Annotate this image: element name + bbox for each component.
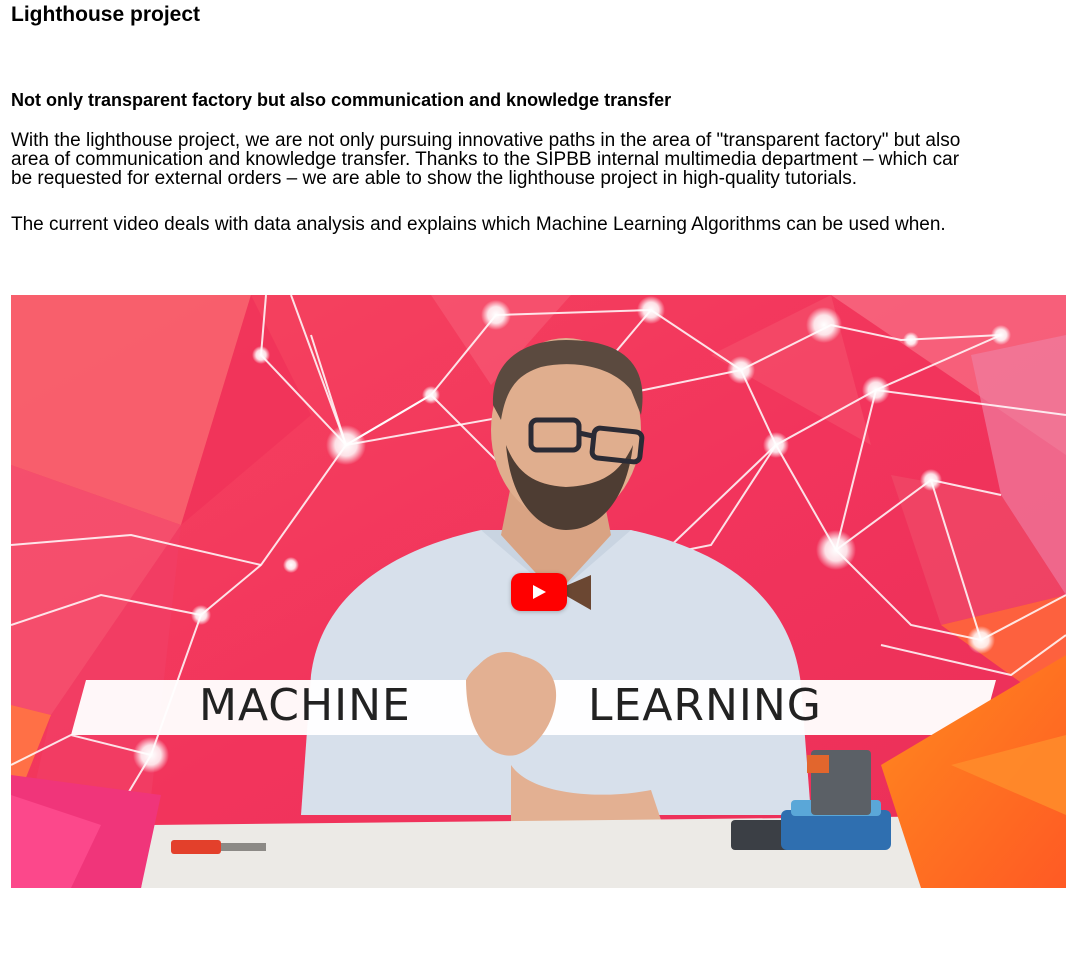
section-heading: Not only transparent factory but also co… <box>11 90 672 110</box>
intro-paragraph-line: be requested for external orders – we ar… <box>11 168 857 188</box>
thumbnail-word-left: MACHINE <box>199 680 411 731</box>
page: Lighthouse project Not only transparent … <box>0 0 1066 957</box>
play-button[interactable] <box>511 573 567 611</box>
video-embed[interactable]: MACHINE LEARNING <box>11 295 1066 888</box>
video-description: The current video deals with data analys… <box>11 215 946 234</box>
thumbnail-word-right: LEARNING <box>588 680 822 731</box>
intro-paragraph: With the lighthouse project, we are not … <box>11 131 1066 188</box>
intro-paragraph-line: area of communication and knowledge tran… <box>11 149 960 170</box>
page-title: Lighthouse project <box>11 3 200 26</box>
intro-paragraph-line: With the lighthouse project, we are not … <box>11 131 961 151</box>
youtube-play-icon <box>533 585 546 599</box>
